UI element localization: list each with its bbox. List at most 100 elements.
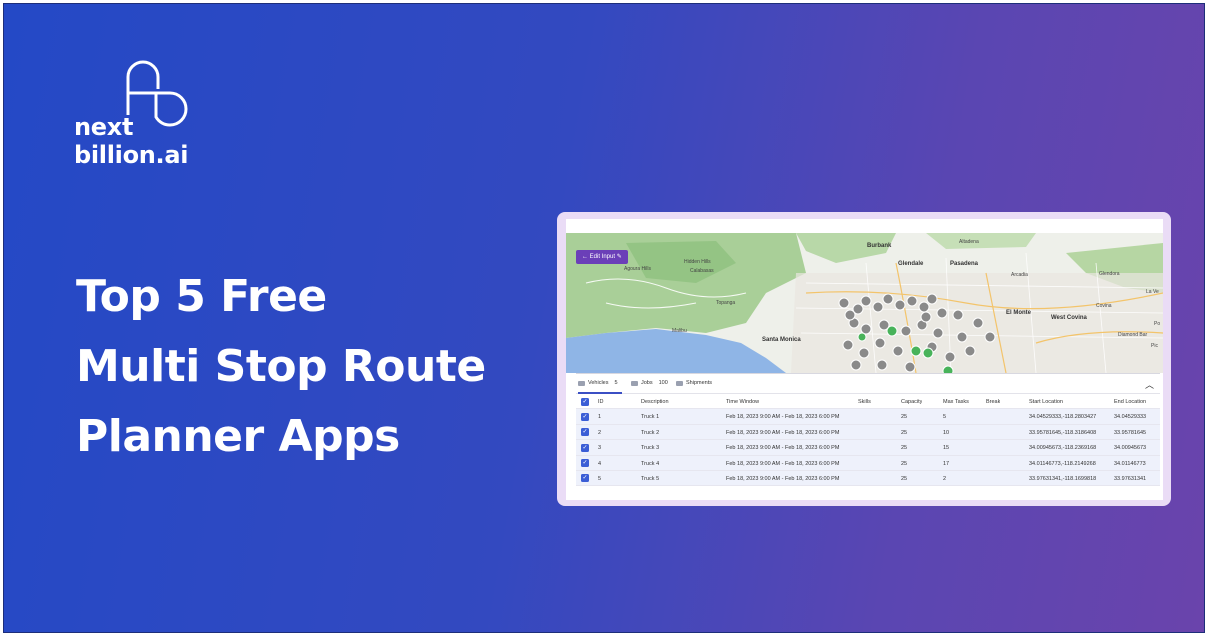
map-label-calabasas: Calabasas [690, 268, 714, 274]
map-label-el-monte: El Monte [1006, 310, 1031, 316]
cell-time-window: Feb 18, 2023 9:00 AM - Feb 18, 2023 6:00… [726, 460, 840, 467]
cell-capacity: 25 [901, 475, 908, 482]
vehicles-table: ✓ ID Description Time Window Skills Capa… [576, 394, 1160, 487]
row-checkbox[interactable]: ✓ [581, 459, 589, 468]
cell-id: 1 [598, 414, 602, 421]
map-label-agoura-hills: Agoura Hills [624, 266, 651, 272]
app-screenshot-card: ← Edit Input ✎ Burbank Altadena Glendale… [557, 212, 1171, 506]
map-label-glendale: Glendale [898, 261, 924, 267]
cell-end-location: 34.04529333 [1114, 414, 1147, 421]
cell-time-window: Feb 18, 2023 9:00 AM - Feb 18, 2023 6:00… [726, 475, 840, 482]
cell-start-location: 34.01146773,-118.2149268 [1029, 460, 1096, 467]
tab-jobs[interactable]: Jobs 100 [631, 380, 668, 386]
back-arrow-icon: ← [582, 254, 588, 260]
tab-vehicles-count: 5 [614, 380, 618, 386]
cell-time-window: Feb 18, 2023 9:00 AM - Feb 18, 2023 6:00… [726, 429, 840, 436]
column-header-capacity: Capacity [901, 399, 923, 405]
cell-max-tasks: 10 [943, 429, 950, 436]
map-label-pomona: Po [1154, 321, 1161, 327]
cell-id: 3 [598, 445, 602, 452]
edit-input-button[interactable]: ← Edit Input ✎ [576, 250, 628, 264]
cell-max-tasks: 17 [943, 460, 950, 467]
row-checkbox[interactable]: ✓ [581, 474, 589, 483]
cell-capacity: 25 [901, 445, 908, 452]
map-label-malibu: Malibu [672, 328, 687, 334]
table-row[interactable]: ✓ 5 Truck 5 Feb 18, 2023 9:00 AM - Feb 1… [576, 470, 1160, 487]
cell-description: Truck 1 [641, 414, 660, 421]
shipments-icon [676, 380, 683, 386]
cell-start-location: 33.95781645,-118.3186408 [1029, 429, 1097, 436]
chevron-up-icon[interactable]: ︿ [1145, 378, 1154, 391]
column-header-description: Description [641, 399, 669, 405]
cell-description: Truck 5 [641, 475, 660, 482]
cell-start-location: 33.97631341,-118.1699818 [1029, 475, 1097, 482]
column-header-time-window: Time Window [726, 399, 760, 405]
tab-jobs-label: Jobs [641, 380, 653, 386]
table-row[interactable]: ✓ 4 Truck 4 Feb 18, 2023 9:00 AM - Feb 1… [576, 455, 1160, 471]
map-label-la-verne: La Ve [1146, 289, 1159, 295]
cell-start-location: 34.00945673,-118.2369168 [1029, 445, 1097, 452]
map-label-pasadena: Pasadena [950, 261, 979, 267]
map-label-glendora: Glendora [1099, 271, 1120, 277]
column-header-skills: Skills [858, 399, 871, 405]
map-label-altadena: Altadena [959, 239, 979, 245]
logo-word-billion: billion.ai [74, 141, 189, 169]
cell-id: 2 [598, 429, 602, 436]
cell-capacity: 25 [901, 414, 908, 421]
cell-end-location: 34.01146773 [1114, 460, 1146, 467]
cell-end-location: 33.97631341 [1114, 475, 1147, 482]
cell-end-location: 33.95781645 [1114, 429, 1147, 436]
hero-banner: next billion.ai Top 5 Free Multi Stop Ro… [3, 3, 1205, 633]
logo-word-next: next [74, 113, 134, 141]
tab-shipments-label: Shipments [686, 380, 712, 386]
jobs-icon [631, 380, 638, 386]
truck-icon [578, 380, 585, 386]
map-label-santa-monica: Santa Monica [762, 337, 801, 343]
map-label-diamond-bar: Diamond Bar [1118, 332, 1148, 338]
tab-vehicles-label: Vehicles [588, 380, 609, 386]
table-row[interactable]: ✓ 2 Truck 2 Feb 18, 2023 9:00 AM - Feb 1… [576, 424, 1160, 441]
row-checkbox[interactable]: ✓ [581, 412, 589, 421]
cell-time-window: Feb 18, 2023 9:00 AM - Feb 18, 2023 6:00… [726, 445, 840, 452]
column-header-id: ID [598, 399, 604, 405]
cell-id: 4 [598, 460, 602, 467]
table-row[interactable]: ✓ 3 Truck 3 Feb 18, 2023 9:00 AM - Feb 1… [576, 440, 1160, 456]
cell-id: 5 [598, 475, 602, 482]
headline: Top 5 Free Multi Stop Route Planner Apps [76, 262, 556, 472]
map-label-west-covina: West Covina [1051, 315, 1087, 321]
row-checkbox[interactable]: ✓ [581, 428, 589, 437]
map-label-topanga: Topanga [716, 300, 736, 306]
vehicles-panel: Vehicles 5 Jobs 100 Shipments ︿ ✓ ID Des… [576, 373, 1160, 500]
cell-capacity: 25 [901, 460, 908, 467]
cell-description: Truck 4 [641, 460, 660, 467]
map-label-pico: Pic [1151, 343, 1158, 349]
select-all-checkbox[interactable]: ✓ [581, 397, 589, 406]
nextbillion-logo: next billion.ai [74, 59, 204, 171]
map-label-arcadia: Arcadia [1011, 272, 1028, 278]
cell-max-tasks: 2 [943, 475, 947, 482]
column-header-max-tasks: Max Tasks [943, 399, 969, 405]
headline-line-3: Planner Apps [76, 411, 400, 462]
pencil-icon: ✎ [616, 254, 622, 260]
tab-shipments[interactable]: Shipments [676, 380, 712, 386]
route-map[interactable]: ← Edit Input ✎ Burbank Altadena Glendale… [566, 233, 1163, 373]
tab-jobs-count: 100 [658, 380, 668, 386]
cell-max-tasks: 15 [943, 445, 950, 452]
cell-end-location: 34.00945673 [1114, 445, 1147, 452]
table-row[interactable]: ✓ 1 Truck 1 Feb 18, 2023 9:00 AM - Feb 1… [576, 409, 1160, 425]
cell-time-window: Feb 18, 2023 9:00 AM - Feb 18, 2023 6:00… [726, 414, 840, 421]
cell-start-location: 34.04529333,-118.2803427 [1029, 414, 1097, 421]
row-checkbox[interactable]: ✓ [581, 443, 589, 452]
tab-vehicles[interactable]: Vehicles 5 [578, 380, 618, 386]
app-screenshot: ← Edit Input ✎ Burbank Altadena Glendale… [566, 219, 1163, 500]
cell-max-tasks: 5 [943, 414, 947, 421]
edit-input-label: Edit Input [589, 254, 616, 260]
column-header-end-location: End Location [1114, 399, 1147, 405]
cell-capacity: 25 [901, 429, 908, 436]
column-header-break: Break [986, 399, 1001, 405]
headline-line-2: Multi Stop Route [76, 341, 486, 392]
headline-line-1: Top 5 Free [76, 271, 327, 322]
map-label-covina: Covina [1096, 303, 1112, 309]
cell-description: Truck 3 [641, 445, 660, 452]
map-label-hidden-hills: Hidden Hills [684, 259, 711, 265]
